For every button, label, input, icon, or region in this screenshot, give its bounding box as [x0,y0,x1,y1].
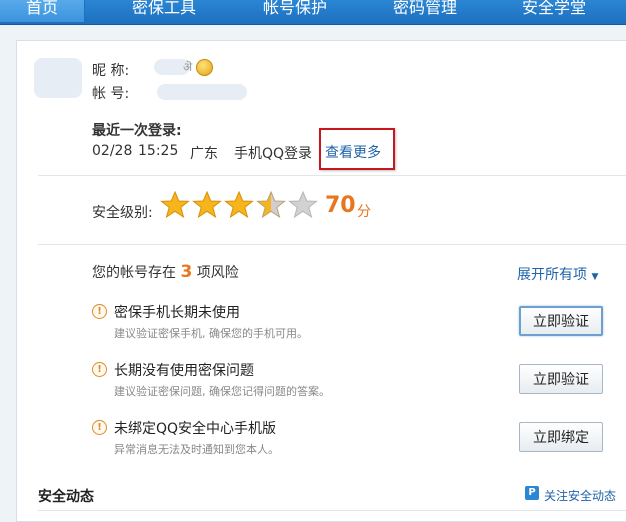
risk-item-title: 长期没有使用密保问题 [114,363,254,379]
account-value-redacted [157,84,247,100]
risk-item-title: 密保手机长期未使用 [114,305,240,321]
last-login-heading: 最近一次登录: [92,123,182,139]
divider [38,175,626,176]
follow-security-feed-link[interactable]: 关注安全动态 [544,487,616,504]
star-filled-icon [160,190,190,219]
last-login-location: 广东 [190,146,218,162]
annotation-highlight-box [319,128,395,170]
expand-all-label: 展开所有项 [517,267,587,283]
risk-item-desc: 异常消息无法及时通知到您本人。 [114,443,279,456]
risk-item-title: 未绑定QQ安全中心手机版 [114,421,277,437]
chevron-down-icon: ▼ [591,272,599,282]
warning-icon: ! [92,304,107,319]
divider [38,510,626,511]
account-label: 帐 号: [92,86,130,102]
risk-item-desc: 建议验证密保问题, 确保您记得问题的答案。 [114,385,330,398]
expand-all-link[interactable]: 展开所有项 ▼ [517,264,598,284]
star-half-icon [256,190,286,219]
security-level-label: 安全级别: [92,205,153,221]
risk-summary-prefix: 您的帐号存在 [92,265,176,281]
risk-item-desc: 建议验证密保手机, 确保您的手机可用。 [114,327,308,340]
verify-question-button[interactable]: 立即验证 [519,364,603,394]
risk-summary: 您的帐号存在 3 项风险 [92,262,239,282]
warning-icon: ! [92,420,107,435]
security-score-unit: 分 [357,204,371,220]
nickname-label: 昵 称: [92,63,130,79]
avatar [34,58,82,98]
vip-badge-icon [196,59,213,76]
nav-tab-security-tools[interactable]: 密保工具 [118,0,210,22]
warning-icon: ! [92,362,107,377]
risk-summary-suffix: 项风险 [196,265,239,281]
star-empty-icon [288,190,318,219]
security-feed-title: 安全动态 [38,489,94,505]
nav-tab-home[interactable]: 首页 [0,0,85,22]
star-filled-icon [192,190,222,219]
divider [38,244,626,245]
top-navigation: 首页 密保工具 帐号保护 密码管理 安全学堂 [0,0,626,25]
nav-tab-security-school[interactable]: 安全学堂 [508,0,600,22]
nickname-tail: ऄ [183,60,193,74]
star-filled-icon [224,190,254,219]
last-login-time: 15:25 [138,143,179,159]
verify-phone-button[interactable]: 立即验证 [519,306,603,336]
last-login-device: 手机QQ登录 [234,146,313,162]
follow-icon: P [525,486,539,500]
nav-tab-password-management[interactable]: 密码管理 [379,0,471,22]
security-score: 70 [325,193,356,218]
risk-count: 3 [180,262,193,282]
bind-app-button[interactable]: 立即绑定 [519,422,603,452]
last-login-date: 02/28 [92,143,133,159]
nav-tab-account-protection[interactable]: 帐号保护 [249,0,341,22]
